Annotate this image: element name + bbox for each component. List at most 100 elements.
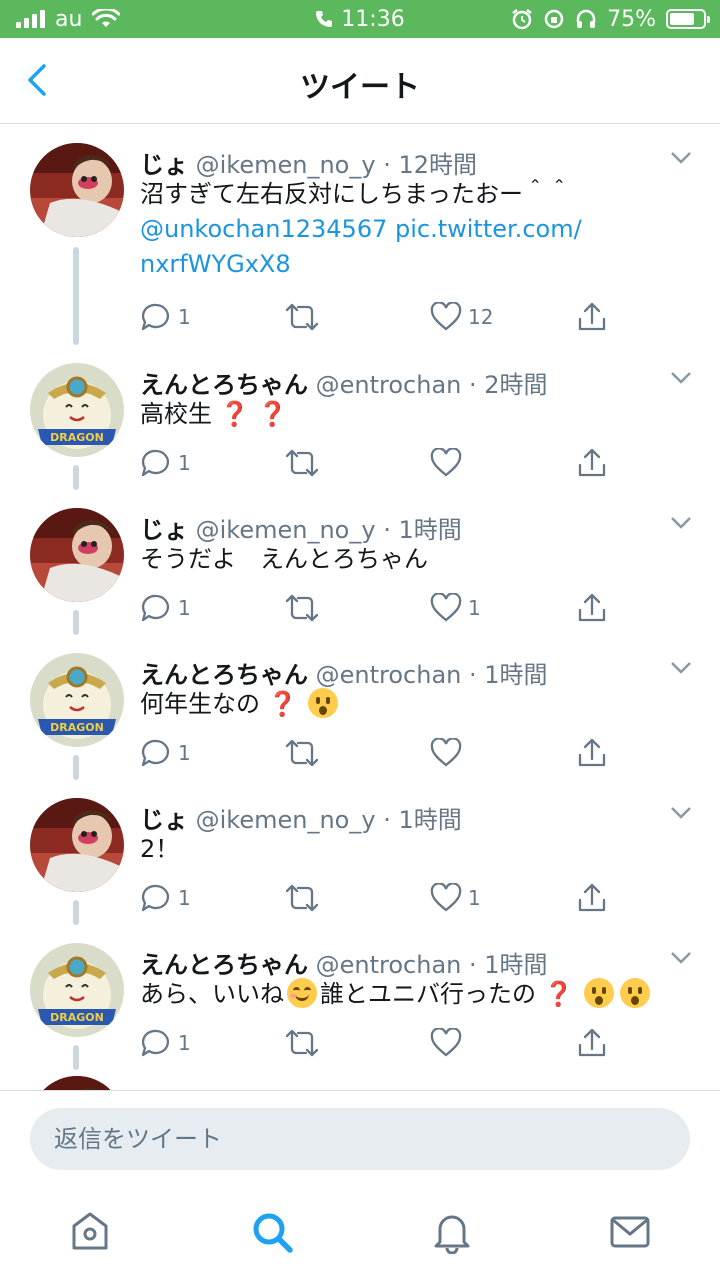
like-button[interactable] bbox=[430, 443, 462, 483]
media-link[interactable]: pic.twitter.com/ bbox=[395, 215, 582, 243]
tweet-meta: えんとろちゃん @entrochan · 1時間 bbox=[140, 945, 548, 980]
display-name[interactable]: じょ bbox=[140, 516, 188, 544]
tweet-item[interactable]: えんとろちゃん @entrochan · 2時間 高校生 ❓ ❓ 1 bbox=[0, 345, 720, 490]
share-button[interactable] bbox=[576, 443, 608, 483]
tweet-item-partial[interactable] bbox=[0, 1070, 720, 1091]
display-name[interactable]: えんとろちゃん bbox=[140, 951, 308, 979]
retweet-button[interactable] bbox=[284, 878, 320, 918]
avatar[interactable] bbox=[30, 143, 124, 237]
like-button[interactable] bbox=[430, 733, 462, 773]
tweet-thread: DRAGON じょ @ikemen_no_y · 12時間 沼すぎて左右反対にし… bbox=[0, 125, 720, 1091]
retweet-button[interactable] bbox=[284, 297, 320, 337]
reply-icon bbox=[141, 739, 170, 767]
chevron-down-icon[interactable] bbox=[670, 661, 692, 675]
tweet-text: そうだよ えんとろちゃん bbox=[140, 542, 680, 577]
page-title: ツイート bbox=[300, 70, 420, 105]
phone-icon bbox=[316, 11, 333, 27]
tweet-actions: 1 bbox=[140, 443, 620, 483]
avatar[interactable] bbox=[30, 363, 124, 457]
like-count: 1 bbox=[468, 596, 481, 620]
display-name[interactable]: じょ bbox=[140, 151, 188, 179]
reply-input[interactable]: 返信をツイート bbox=[30, 1108, 690, 1170]
headphones-icon bbox=[576, 9, 596, 28]
tweet-item[interactable]: じょ @ikemen_no_y · 1時間 2！ 1 1 bbox=[0, 780, 720, 925]
avatar[interactable] bbox=[30, 653, 124, 747]
heart-icon bbox=[430, 302, 462, 331]
display-name[interactable]: えんとろちゃん bbox=[140, 371, 308, 399]
share-button[interactable] bbox=[576, 297, 608, 337]
retweet-button[interactable] bbox=[284, 733, 320, 773]
reply-button[interactable]: 1 bbox=[140, 297, 191, 337]
chevron-down-icon[interactable] bbox=[670, 806, 692, 820]
heart-icon bbox=[430, 738, 462, 767]
tweet-item[interactable]: じょ @ikemen_no_y · 1時間 そうだよ えんとろちゃん 1 1 bbox=[0, 490, 720, 635]
notifications-icon[interactable] bbox=[430, 1210, 474, 1254]
home-icon[interactable] bbox=[68, 1210, 112, 1254]
avatar[interactable] bbox=[30, 943, 124, 1037]
user-handle[interactable]: @entrochan bbox=[316, 661, 462, 689]
share-icon bbox=[578, 302, 606, 331]
reply-button[interactable]: 1 bbox=[140, 1023, 191, 1063]
retweet-button[interactable] bbox=[284, 443, 320, 483]
timestamp: · 12時間 bbox=[383, 151, 478, 179]
tweet-text: 2！ bbox=[140, 832, 680, 867]
like-button[interactable] bbox=[430, 1023, 462, 1063]
reply-icon bbox=[141, 449, 170, 477]
question-mark-emoji: ❓ bbox=[543, 980, 574, 1008]
tweet-meta: えんとろちゃん @entrochan · 1時間 bbox=[140, 655, 548, 690]
reply-button[interactable]: 1 bbox=[140, 443, 191, 483]
tweet-actions: 1 1 bbox=[140, 878, 620, 918]
retweet-button[interactable] bbox=[284, 588, 320, 628]
reply-bar: 返信をツイート bbox=[0, 1090, 720, 1184]
tweet-body: 高校生 bbox=[140, 400, 212, 428]
reply-button[interactable]: 1 bbox=[140, 733, 191, 773]
like-button[interactable]: 1 bbox=[430, 588, 481, 628]
chevron-down-icon[interactable] bbox=[670, 371, 692, 385]
astonished-face-emoji bbox=[308, 688, 339, 718]
share-button[interactable] bbox=[576, 1023, 608, 1063]
share-button[interactable] bbox=[576, 878, 608, 918]
question-mark-emoji: ❓ bbox=[267, 690, 298, 718]
tweet-body-cont: 誰とユニバ行ったの bbox=[320, 980, 536, 1008]
media-link-cont[interactable]: nxrfWYGxX8 bbox=[140, 250, 291, 278]
user-handle[interactable]: @entrochan bbox=[316, 951, 462, 979]
reply-button[interactable]: 1 bbox=[140, 588, 191, 628]
heart-icon bbox=[430, 1028, 462, 1057]
user-handle[interactable]: @ikemen_no_y bbox=[196, 806, 376, 834]
mention-link[interactable]: @unkochan1234567 bbox=[140, 215, 387, 243]
thread-line bbox=[73, 900, 79, 925]
avatar[interactable] bbox=[30, 1076, 124, 1091]
tweet-item[interactable]: じょ @ikemen_no_y · 12時間 沼すぎて左右反対にしちまったおー＾… bbox=[0, 125, 720, 345]
search-icon[interactable] bbox=[250, 1210, 294, 1254]
tweet-meta: じょ @ikemen_no_y · 12時間 bbox=[140, 145, 477, 180]
user-handle[interactable]: @ikemen_no_y bbox=[196, 151, 376, 179]
tweet-item[interactable]: えんとろちゃん @entrochan · 1時間 何年生なの ❓ 1 bbox=[0, 635, 720, 780]
chevron-down-icon[interactable] bbox=[670, 151, 692, 165]
like-button[interactable]: 1 bbox=[430, 878, 481, 918]
share-button[interactable] bbox=[576, 588, 608, 628]
timestamp: · 1時間 bbox=[383, 806, 462, 834]
tweet-item[interactable]: えんとろちゃん @entrochan · 1時間 あら、いいね 誰とユニバ行ったの… bbox=[0, 925, 720, 1070]
share-button[interactable] bbox=[576, 733, 608, 773]
avatar[interactable] bbox=[30, 798, 124, 892]
reply-count: 1 bbox=[178, 741, 191, 765]
user-handle[interactable]: @entrochan bbox=[316, 371, 462, 399]
messages-icon[interactable] bbox=[608, 1210, 652, 1254]
battery-percent: 75% bbox=[607, 6, 656, 32]
reply-button[interactable]: 1 bbox=[140, 878, 191, 918]
astonished-face-emoji bbox=[620, 978, 651, 1008]
avatar[interactable] bbox=[30, 508, 124, 602]
tweet-body: あら、いいね bbox=[140, 980, 284, 1008]
user-handle[interactable]: @ikemen_no_y bbox=[196, 516, 376, 544]
retweet-button[interactable] bbox=[284, 1023, 320, 1063]
tweet-meta: じょ @ikemen_no_y · 1時間 bbox=[140, 800, 462, 835]
chevron-down-icon[interactable] bbox=[670, 951, 692, 965]
tab-bar bbox=[0, 1184, 720, 1280]
display-name[interactable]: じょ bbox=[140, 806, 188, 834]
heart-icon bbox=[430, 883, 462, 912]
chevron-down-icon[interactable] bbox=[670, 516, 692, 530]
display-name[interactable]: えんとろちゃん bbox=[140, 661, 308, 689]
astonished-face-emoji bbox=[584, 978, 615, 1008]
question-mark-emoji: ❓ ❓ bbox=[219, 400, 288, 428]
like-button[interactable]: 12 bbox=[430, 297, 493, 337]
